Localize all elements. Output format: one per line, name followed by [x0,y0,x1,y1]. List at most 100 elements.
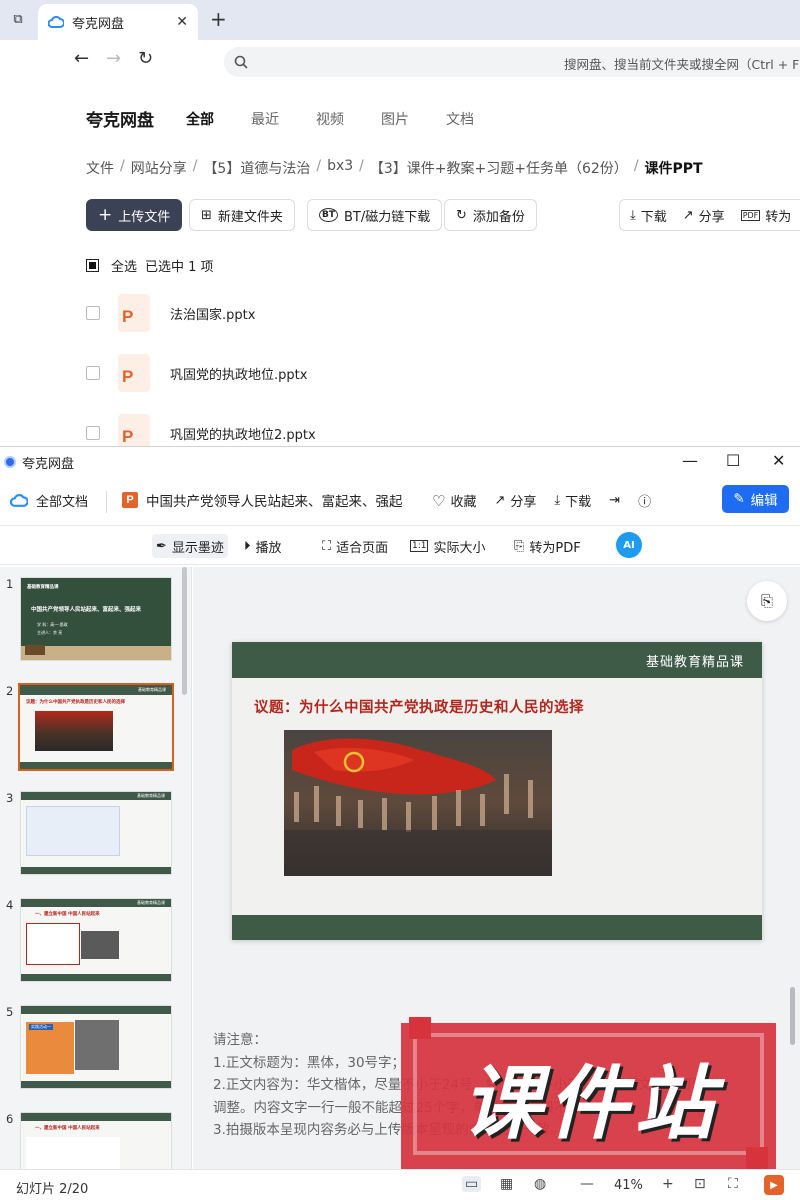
selection-row: 全选 已选中 1 项 [86,256,214,275]
maximize-icon[interactable]: ☐ [726,451,740,470]
tab-close-icon[interactable]: ✕ [176,14,188,30]
upload-button[interactable]: + 上传文件 [86,199,183,231]
search-input[interactable]: 搜网盘、搜当前文件夹或搜全网（Ctrl + F [224,47,800,77]
viewer-share-button[interactable]: ↗ 分享 [494,491,536,510]
new-folder-button[interactable]: ⊞ 新建文件夹 [189,199,295,231]
crumb-bx3[interactable]: bx3 [327,158,353,178]
crumb-site-share[interactable]: 网站分享 [131,158,187,178]
file-checkbox[interactable] [86,366,100,380]
close-icon[interactable]: ✕ [772,451,785,470]
reload-icon[interactable]: ↻ [138,48,153,69]
crumb-files[interactable]: 文件 [86,158,114,178]
thumbnail-number: 4 [6,898,14,912]
show-ink-button[interactable]: ✒ 显示墨迹 [152,534,228,558]
tab-search-icon[interactable]: ⧉ [6,8,30,30]
thumbnail-number: 5 [6,1005,14,1019]
pdf-float-button[interactable]: ⎘ [747,581,787,621]
convert-button[interactable]: PDF 转为 [740,206,791,225]
ai-icon: AI [616,532,642,558]
share-label: 分享 [510,495,537,510]
to-pdf-label: 转为PDF [529,540,581,556]
slide-thumbnail-3[interactable]: 基础教育精品课 [20,791,172,875]
minimize-icon[interactable]: — [682,451,698,470]
fit-page-button[interactable]: ⛶ 适合页面 [322,534,388,558]
browser-tab[interactable]: 夸克网盘 ✕ [38,4,198,40]
download-icon: ⤓ [630,207,636,223]
crumb-separator: / [192,158,198,174]
slide-thumbnail-2[interactable]: 基础教育精品课 议题：为什么中国共产党执政是历史和人民的选择 [18,683,174,771]
slide-thumbnail-4[interactable]: 基础教育精品课 一、建立新中国 中国人民站起来 [20,898,172,982]
select-all-label[interactable]: 全选 [111,256,137,275]
select-all-checkbox[interactable] [86,259,99,272]
download-label: 下载 [640,209,667,225]
grid-view-icon[interactable]: ▦ [500,1176,513,1192]
thumbnail-scrollbar[interactable] [182,567,187,695]
actual-size-icon: 1:1 [410,540,429,552]
address-bar: ← → ↻ 搜网盘、搜当前文件夹或搜全网（Ctrl + F [0,40,800,84]
bt-download-button[interactable]: BT BT/磁力链下载 [307,199,443,231]
slide-thumbnail-1[interactable]: 基础教育精品课 中国共产党领导人民站起来、富起来、强起来 学 科：高一·思政 主… [20,577,172,661]
crumb-courseware-set[interactable]: 【3】课件+教案+习题+任务单（62份） [370,158,628,178]
slide-thumbnail-panel: 1 基础教育精品课 中国共产党领导人民站起来、富起来、强起来 学 科：高一·思政… [0,567,192,1169]
slideshow-play-icon[interactable]: ▶ [764,1175,784,1195]
zoom-in-icon[interactable]: + [662,1176,674,1192]
to-pdf-button[interactable]: ⎘ 转为PDF [514,534,581,558]
thumb-title: 一、建立新中国 中国人民站起来 [35,1126,100,1131]
play-button[interactable]: ⏵ 播放 [244,534,282,558]
viewer-download-button[interactable]: ⤓ 下载 [554,491,591,510]
file-name[interactable]: 巩固党的执政地位.pptx [170,364,307,383]
file-name[interactable]: 法治国家.pptx [170,304,255,323]
app-logo-icon [4,456,16,468]
pptx-file-icon [118,294,150,332]
forward-arrow-icon[interactable]: → [106,48,121,69]
actual-size-button[interactable]: 1:1 实际大小 [410,534,486,558]
crumb-morality-law[interactable]: 【5】道德与法治 [203,158,310,178]
crumb-separator: / [120,158,125,174]
top-nav: 全部 最近 视频 图片 文档 [186,109,474,129]
globe-icon[interactable]: ◍ [534,1176,546,1192]
slide-title: 议题：为什么中国共产党执政是历史和人民的选择 [254,700,584,716]
download-button[interactable]: ⤓ 下载 [630,206,667,225]
thumb-footer-bar [21,1081,171,1088]
open-external-icon: ⇥ [609,493,621,508]
thumb-label: 实践活动一 [29,1024,53,1030]
thumb-title: 中国共产党领导人民站起来、富起来、强起来 [31,607,142,613]
file-row[interactable]: 巩固党的执政地位.pptx [86,351,786,395]
nav-video[interactable]: 视频 [316,109,344,129]
fullscreen-icon[interactable]: ⛶ [728,1176,738,1192]
file-checkbox[interactable] [86,426,100,440]
back-arrow-icon[interactable]: ← [74,48,89,69]
thumb-title: 一、建立新中国 中国人民站起来 [35,912,100,917]
zoom-out-icon[interactable]: — [580,1176,594,1192]
nav-docs[interactable]: 文档 [446,109,474,129]
add-backup-button[interactable]: ↻ 添加备份 [444,199,537,231]
fit-screen-icon[interactable]: ⊡ [694,1176,706,1192]
edit-button[interactable]: ✎ 编辑 [722,485,789,513]
all-docs-button[interactable]: 全部文档 [10,491,88,510]
thumb-photo [35,711,113,751]
file-name[interactable]: 巩固党的执政地位2.pptx [170,424,316,443]
file-row[interactable]: 法治国家.pptx [86,291,786,335]
notes-toggle-icon[interactable]: ▭ [462,1176,482,1192]
divider [106,491,107,513]
nav-recent[interactable]: 最近 [251,109,279,129]
nav-images[interactable]: 图片 [381,109,409,129]
slide-thumbnail-5[interactable]: 实践活动一 [20,1005,172,1089]
file-checkbox[interactable] [86,306,100,320]
ai-assistant-button[interactable]: AI [616,532,642,558]
thumb-label: 基础教育精品课 [137,793,165,798]
open-external-button[interactable]: ⇥ [609,493,620,508]
actual-size-label: 实际大小 [433,540,486,556]
thumb-header-bar [21,1113,171,1121]
thumb-footer-bar [20,762,172,769]
new-tab-icon[interactable]: + [210,7,227,31]
pptx-file-icon [118,354,150,392]
feedback-button[interactable]: ⓘ [638,491,651,510]
slide-thumbnail-6[interactable]: 一、建立新中国 中国人民站起来 [20,1112,172,1169]
nav-all[interactable]: 全部 [186,109,214,129]
share-button[interactable]: ↗ 分享 [683,206,725,225]
selected-count: 已选中 1 项 [145,260,214,275]
favorite-button[interactable]: ♡ 收藏 [432,491,476,511]
crowd-flag-photo [284,730,552,876]
notes-scrollbar[interactable] [790,987,795,1045]
